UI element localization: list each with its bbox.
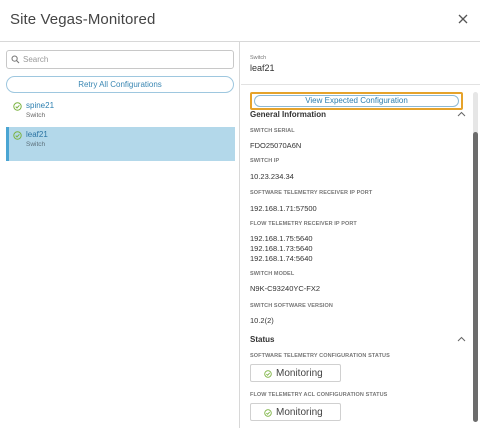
scrollbar-thumb[interactable] — [473, 132, 478, 422]
field-label: SWITCH SERIAL — [250, 128, 295, 134]
field-label: SWITCH SOFTWARE VERSION — [250, 303, 333, 309]
switch-list-panel: Retry All Configurations spine21 Switch … — [0, 42, 240, 428]
search-field[interactable] — [6, 50, 234, 69]
status-badge: Monitoring — [250, 403, 341, 421]
check-circle-icon — [264, 370, 272, 378]
chevron-up-icon[interactable] — [457, 336, 466, 342]
field-label: SOFTWARE TELEMETRY CONFIGURATION STATUS — [250, 353, 390, 359]
field-value: FDO25070A6N — [250, 141, 302, 150]
status-text: Monitoring — [276, 407, 323, 418]
view-expected-configuration-button[interactable]: View Expected Configuration — [254, 95, 459, 107]
list-item-type: Switch — [26, 141, 46, 148]
status-text: Monitoring — [276, 368, 323, 379]
field-value: 10.2(2) — [250, 316, 274, 325]
view-expected-configuration-highlight: View Expected Configuration — [250, 92, 463, 110]
search-icon — [11, 55, 20, 64]
search-input[interactable] — [23, 52, 228, 67]
status-badge: Monitoring — [250, 364, 341, 382]
field-value: 192.168.1.74:5640 — [250, 254, 313, 263]
field-value: 192.168.1.75:5640 — [250, 234, 313, 243]
field-label: SOFTWARE TELEMETRY RECEIVER IP PORT — [250, 190, 373, 196]
field-value: 10.23.234.34 — [250, 172, 294, 181]
check-circle-icon — [13, 102, 22, 111]
close-button[interactable] — [454, 10, 472, 28]
list-item-name: leaf21 — [26, 130, 48, 139]
section-title-status: Status — [250, 335, 275, 344]
field-value: N9K-C93240YC-FX2 — [250, 284, 321, 293]
list-item-name: spine21 — [26, 101, 55, 110]
field-label: SWITCH MODEL — [250, 271, 295, 277]
section-title-general: General Information — [250, 110, 327, 119]
field-label: FLOW TELEMETRY RECEIVER IP PORT — [250, 221, 357, 227]
list-item-type: Switch — [26, 112, 46, 119]
switch-name: leaf21 — [250, 63, 275, 73]
retry-all-configurations-button[interactable]: Retry All Configurations — [6, 76, 234, 93]
check-circle-icon — [264, 409, 272, 417]
check-circle-icon — [13, 131, 22, 140]
close-icon — [458, 14, 468, 24]
scrollbar[interactable] — [473, 92, 478, 422]
modal-header: Site Vegas-Monitored — [0, 0, 480, 42]
switch-label: Switch — [250, 55, 267, 61]
switch-detail-panel: Switch leaf21 View Expected Configuratio… — [241, 42, 480, 428]
chevron-up-icon[interactable] — [457, 111, 466, 117]
field-label: FLOW TELEMETRY ACL CONFIGURATION STATUS — [250, 392, 388, 398]
field-label: SWITCH IP — [250, 158, 280, 164]
divider — [241, 84, 480, 85]
list-item-leaf21[interactable]: leaf21 Switch — [6, 127, 235, 161]
modal-title: Site Vegas-Monitored — [10, 11, 156, 28]
field-value: 192.168.1.73:5640 — [250, 244, 313, 253]
field-value: 192.168.1.71:57500 — [250, 204, 317, 213]
